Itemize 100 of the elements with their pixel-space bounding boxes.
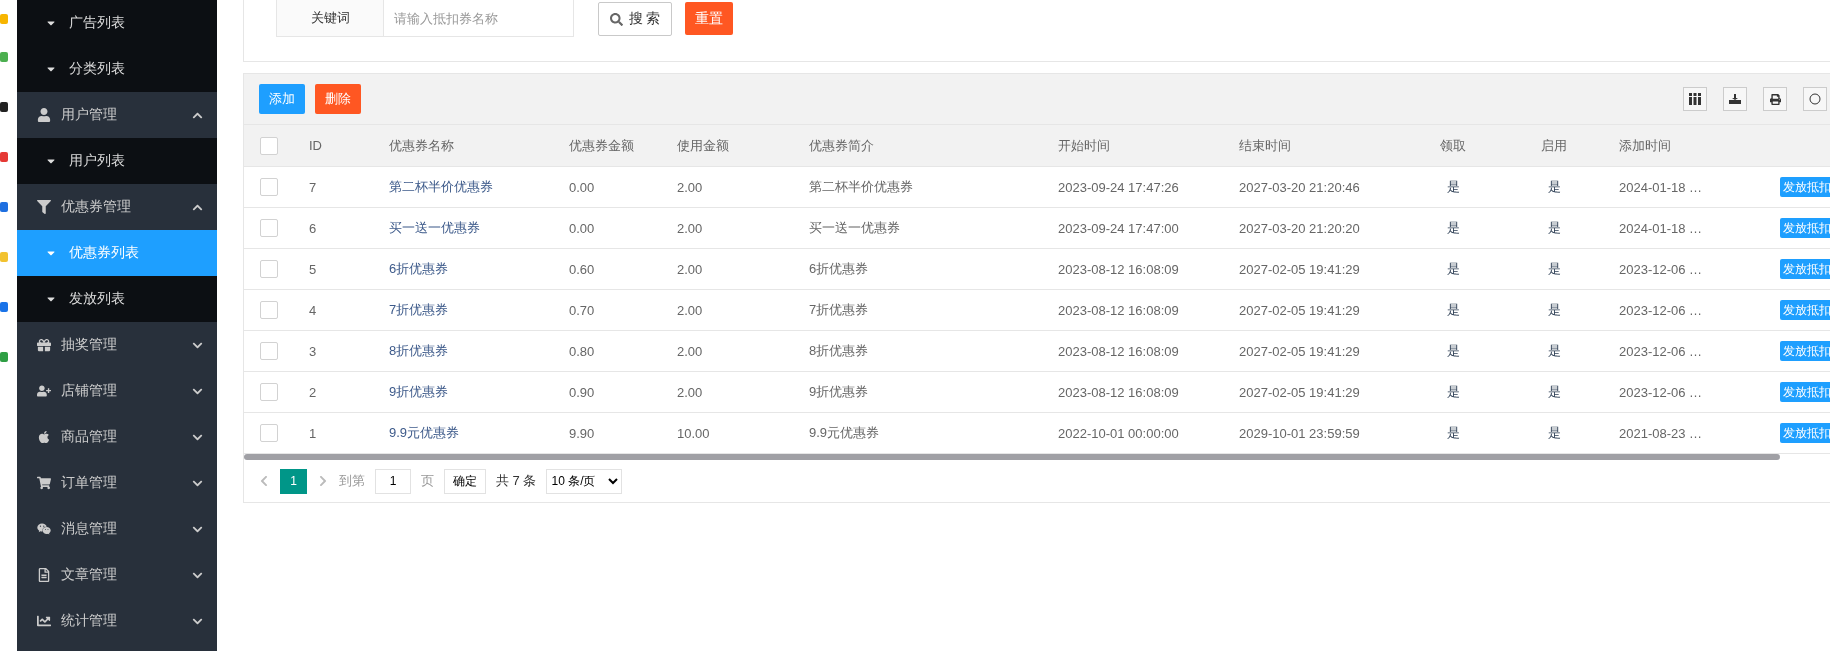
column-header: 优惠券名称 <box>388 136 455 155</box>
select-all-checkbox[interactable] <box>260 136 278 155</box>
goto-label: 到第 <box>339 472 365 490</box>
column-header: 结束时间 <box>1238 136 1292 155</box>
scrollbar[interactable] <box>244 454 1780 460</box>
table-cell-text: 2.00 <box>676 302 704 318</box>
column-header: 优惠券简介 <box>808 136 875 155</box>
table-cell-text: 4 <box>308 302 318 318</box>
sidebar-group[interactable]: 订单管理 <box>17 460 217 506</box>
sidebar-group[interactable]: 优惠券管理 <box>17 184 217 230</box>
table-cell-text: 是 <box>1546 260 1562 278</box>
table-cell-text: 2.00 <box>676 179 704 195</box>
table-cell-text: 是 <box>1445 342 1461 360</box>
coupon-name-link[interactable]: 买一送一优惠券 <box>374 219 554 237</box>
sidebar-group[interactable]: 抽奖管理 <box>17 322 217 368</box>
table-cell-text: 是 <box>1546 219 1562 237</box>
table-cell-text: 2 <box>308 384 318 400</box>
table-cell-text: 2023-12-06 … <box>1618 302 1704 318</box>
chart-icon <box>37 614 51 628</box>
table-cell-text: 7 <box>308 179 318 195</box>
table-cell-text: 是 <box>1445 260 1461 278</box>
sidebar-item[interactable]: 发放列表 <box>17 276 217 322</box>
column-header: 添加时间 <box>1618 136 1672 155</box>
table-cell-text: 2023-09-24 17:47:26 <box>1057 179 1180 195</box>
table-cell-text: 9.9元优惠券 <box>808 424 881 442</box>
print-icon[interactable] <box>1763 87 1787 111</box>
row-checkbox[interactable] <box>260 260 278 278</box>
page-number[interactable]: 1 <box>280 468 307 494</box>
sidebar-group[interactable]: 店铺管理 <box>17 368 217 414</box>
column-header: 使用金额 <box>676 136 730 155</box>
row-checkbox[interactable] <box>260 383 278 401</box>
table-cell-text: 2023-08-12 16:08:09 <box>1057 343 1180 359</box>
page-input[interactable]: 1 <box>375 468 411 494</box>
columns-icon[interactable] <box>1683 87 1707 111</box>
table-cell-text: 2029-10-01 23:59:59 <box>1238 425 1361 441</box>
next-page-icon[interactable] <box>317 475 329 487</box>
table-cell-text: 2021-08-23 … <box>1618 425 1704 441</box>
table-cell-text: 2023-08-12 16:08:09 <box>1057 384 1180 400</box>
table-cell-text: 2027-02-05 19:41:29 <box>1238 261 1361 277</box>
sidebar-item[interactable]: 分类列表 <box>17 46 217 92</box>
export-icon[interactable] <box>1723 87 1747 111</box>
table-cell-text: 2.00 <box>676 343 704 359</box>
table-cell-text: 0.00 <box>568 179 596 195</box>
table-cell-text: 是 <box>1445 424 1461 442</box>
table-cell-text: 0.90 <box>568 384 596 400</box>
table-cell-text: 10.00 <box>676 425 711 441</box>
table-cell-text: 2022-10-01 00:00:00 <box>1057 425 1180 441</box>
sidebar-group[interactable]: 商品管理 <box>17 414 217 460</box>
sidebar-group[interactable]: 文章管理 <box>17 552 217 598</box>
sidebar-item[interactable]: 广告列表 <box>17 0 217 46</box>
row-checkbox[interactable] <box>260 424 278 442</box>
row-checkbox[interactable] <box>260 342 278 360</box>
row-checkbox[interactable] <box>260 178 278 196</box>
sidebar-group[interactable]: 统计管理 <box>17 598 217 644</box>
table-cell-text: 8折优惠券 <box>808 342 870 360</box>
coupon-name-link[interactable]: 6折优惠券 <box>374 260 554 278</box>
table-cell-text: 0.70 <box>568 302 596 318</box>
table-cell-text: 2.00 <box>676 220 704 236</box>
column-header: 优惠券金额 <box>568 136 635 155</box>
table-cell-text: 2023-12-06 … <box>1618 384 1704 400</box>
table-cell-text: 是 <box>1546 424 1562 442</box>
table-cell-text: 2027-03-20 21:20:20 <box>1238 220 1361 236</box>
row-checkbox[interactable] <box>260 219 278 237</box>
page-size-select[interactable]: 10 条/页 <box>546 468 623 494</box>
table-cell-text: 是 <box>1445 301 1461 319</box>
table-cell-text: 0.60 <box>568 261 596 277</box>
row-checkbox[interactable] <box>260 301 278 319</box>
table-cell-text: 9.90 <box>568 425 596 441</box>
app-icon[interactable] <box>0 102 8 112</box>
table-cell-text: 2024-01-18 … <box>1618 179 1704 195</box>
column-header: ID <box>308 138 323 153</box>
coupon-name-link[interactable]: 9.9元优惠券 <box>374 424 554 442</box>
sidebar-group[interactable]: 用户管理 <box>17 92 217 138</box>
cart-icon <box>37 476 51 490</box>
confirm-button[interactable]: 确定 <box>444 468 486 494</box>
search-icon <box>609 12 623 26</box>
table-cell-text: 2023-08-12 16:08:09 <box>1057 302 1180 318</box>
coupon-name-link[interactable]: 7折优惠券 <box>374 301 554 319</box>
table-cell-text: 2027-02-05 19:41:29 <box>1238 302 1361 318</box>
table-cell-text: 是 <box>1546 178 1562 196</box>
table-cell-text: 2027-03-20 21:20:46 <box>1238 179 1361 195</box>
coupon-name-link[interactable]: 8折优惠券 <box>374 342 554 360</box>
table-cell-text: 6折优惠券 <box>808 260 870 278</box>
column-header: 开始时间 <box>1057 136 1111 155</box>
coupon-name-link[interactable]: 9折优惠券 <box>374 383 554 401</box>
coupon-name-link[interactable]: 第二杯半价优惠券 <box>374 178 554 196</box>
info-icon[interactable] <box>1803 87 1827 111</box>
table-cell-text: 7折优惠券 <box>808 301 870 319</box>
keyword-input[interactable]: 请输入抵扣券名称 <box>384 0 574 37</box>
search-button[interactable]: 搜 索 <box>598 2 672 36</box>
table-cell-text: 是 <box>1445 178 1461 196</box>
user-plus-icon <box>37 384 51 398</box>
keyword-label: 关键词 <box>276 0 384 37</box>
table-cell-text: 买一送一优惠券 <box>808 219 901 237</box>
sidebar-item[interactable]: 用户列表 <box>17 138 217 184</box>
table-cell-text: 2027-02-05 19:41:29 <box>1238 343 1361 359</box>
sidebar-group[interactable]: 消息管理 <box>17 506 217 552</box>
table-cell-text: 1 <box>308 425 318 441</box>
prev-page-icon[interactable] <box>258 475 270 487</box>
user-icon <box>37 108 51 122</box>
